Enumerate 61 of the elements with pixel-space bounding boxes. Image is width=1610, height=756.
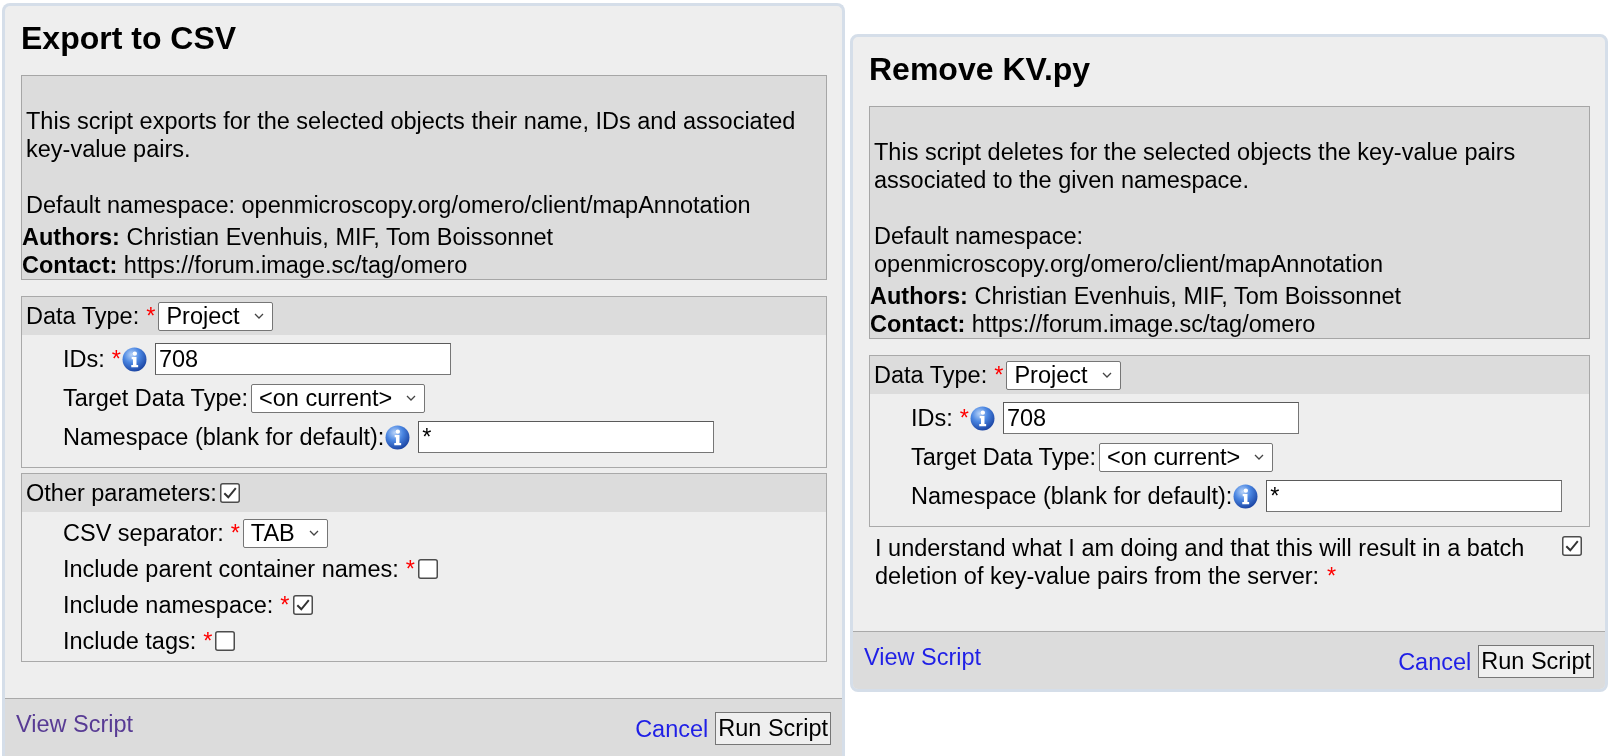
field-label: Include parent container names:: [63, 555, 399, 583]
required-asterisk: *: [230, 519, 240, 547]
dropdown[interactable]: Project: [1006, 360, 1121, 390]
caret-icon: [1254, 454, 1265, 460]
description-text: Default namespace: openmicroscopy.org/omero/client/mapAnnotation: [25, 191, 752, 219]
field-label: Include namespace:: [63, 591, 274, 619]
caret-icon: [406, 395, 417, 401]
required-asterisk: *: [146, 302, 156, 330]
field-label: Namespace (blank for default):: [63, 423, 385, 451]
required-asterisk: *: [994, 361, 1004, 389]
field-label: Data Type:: [26, 302, 140, 330]
field-label: IDs:: [911, 404, 953, 432]
cancel-link[interactable]: Cancel: [635, 714, 709, 743]
dropdown[interactable]: Project: [158, 301, 273, 331]
dropdown[interactable]: TAB: [242, 518, 328, 548]
caret-icon: [1101, 372, 1112, 378]
checkbox[interactable]: [1562, 536, 1582, 556]
view-script-link[interactable]: View Script: [864, 643, 982, 671]
dropdown[interactable]: <on current>: [251, 383, 426, 413]
checkbox[interactable]: [219, 483, 240, 503]
required-asterisk: *: [405, 555, 415, 583]
caret-icon: [308, 530, 319, 536]
input-field[interactable]: 708: [154, 343, 451, 375]
field-label: Target Data Type:: [911, 443, 1097, 471]
description-text: This script deletes for the selected objects the key-value pairs associated to the given namespace.: [873, 138, 1517, 194]
required-asterisk: *: [959, 404, 969, 432]
checkbox[interactable]: [215, 631, 236, 651]
authors-line: Authors: Christian Evenhuis, MIF, Tom Boissonnet: [870, 282, 1403, 310]
run-script-button[interactable]: Run Script: [1478, 645, 1594, 678]
field-label: Other parameters:: [26, 479, 217, 507]
dialog-title: Remove KV.py: [869, 51, 1092, 88]
run-script-button[interactable]: Run Script: [715, 712, 831, 745]
required-asterisk: *: [280, 591, 290, 619]
checkbox[interactable]: [292, 595, 313, 615]
info-icon[interactable]: [385, 424, 411, 450]
confirmation-label: I understand what I am doing and that this will result in a batch deletion of key-value pairs from the server: *: [875, 534, 1526, 590]
field-label: Namespace (blank for default):: [911, 482, 1233, 510]
field-label: Target Data Type:: [63, 384, 249, 412]
field-label: CSV separator:: [63, 519, 224, 547]
checkbox[interactable]: [417, 559, 438, 579]
contact-line: Contact: https://forum.image.sc/tag/omero: [22, 251, 469, 279]
description-text: Default namespace: openmicroscopy.org/omero/client/mapAnnotation: [873, 222, 1384, 278]
authors-line: Authors: Christian Evenhuis, MIF, Tom Boissonnet: [22, 223, 555, 251]
field-label: Data Type:: [874, 361, 988, 389]
cancel-link[interactable]: Cancel: [1398, 647, 1472, 676]
dialog-title: Export to CSV: [21, 20, 238, 57]
info-icon[interactable]: [969, 405, 995, 431]
info-icon[interactable]: [121, 346, 147, 372]
caret-icon: [253, 313, 264, 319]
input-field[interactable]: *: [1266, 480, 1563, 512]
field-label: IDs:: [63, 345, 105, 373]
dropdown[interactable]: <on current>: [1099, 442, 1274, 472]
required-asterisk: *: [111, 345, 121, 373]
info-icon[interactable]: [1233, 483, 1259, 509]
input-field[interactable]: 708: [1002, 402, 1299, 434]
field-label: Include tags:: [63, 627, 197, 655]
description-text: This script exports for the selected objects their name, IDs and associated key-value pairs.: [25, 107, 797, 163]
view-script-link[interactable]: View Script: [16, 710, 134, 738]
required-asterisk: *: [203, 627, 213, 655]
input-field[interactable]: *: [418, 421, 715, 453]
contact-line: Contact: https://forum.image.sc/tag/omero: [870, 310, 1317, 338]
